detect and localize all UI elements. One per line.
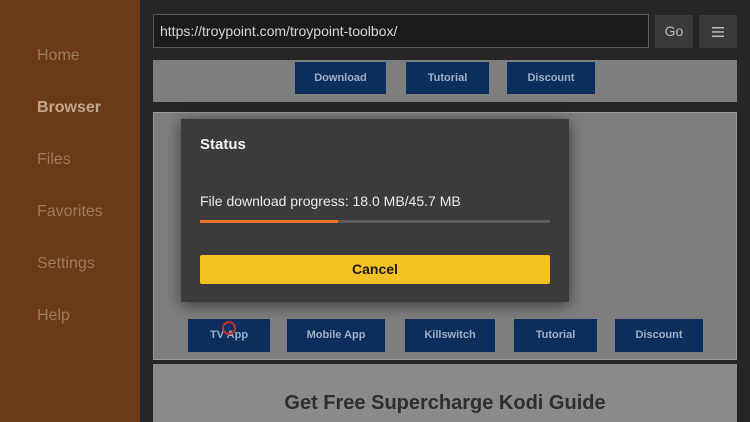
dialog-title: Status — [200, 136, 246, 153]
web-killswitch-button[interactable]: Killswitch — [405, 319, 495, 352]
go-button[interactable]: Go — [655, 15, 693, 48]
webpage-heading: Get Free Supercharge Kodi Guide — [284, 392, 606, 414]
web-tutorial-button-2[interactable]: Tutorial — [514, 319, 597, 352]
web-discount-button-2[interactable]: Discount — [615, 319, 703, 352]
sidebar-item-settings[interactable]: Settings — [37, 255, 95, 273]
web-discount-button[interactable]: Discount — [507, 62, 595, 94]
menu-button[interactable] — [699, 15, 737, 48]
web-tutorial-button[interactable]: Tutorial — [406, 62, 489, 94]
hamburger-menu-icon — [712, 27, 724, 38]
sidebar: Home Browser Files Favorites Settings He… — [0, 0, 140, 422]
progress-bar-fill — [200, 220, 338, 223]
sidebar-item-favorites[interactable]: Favorites — [37, 203, 103, 221]
status-dialog: Status File download progress: 18.0 MB/4… — [181, 119, 569, 302]
sidebar-item-help[interactable]: Help — [37, 307, 70, 325]
url-input[interactable]: https://troypoint.com/troypoint-toolbox/ — [153, 14, 649, 48]
sidebar-item-files[interactable]: Files — [37, 151, 71, 169]
progress-text: File download progress: 18.0 MB/45.7 MB — [200, 193, 461, 209]
web-mobile-app-button[interactable]: Mobile App — [287, 319, 385, 352]
sidebar-item-home[interactable]: Home — [37, 47, 80, 65]
sidebar-item-browser[interactable]: Browser — [37, 99, 101, 117]
cursor-icon — [222, 321, 236, 335]
cancel-button[interactable]: Cancel — [200, 255, 550, 284]
progress-bar — [200, 220, 550, 223]
web-download-button[interactable]: Download — [295, 62, 386, 94]
